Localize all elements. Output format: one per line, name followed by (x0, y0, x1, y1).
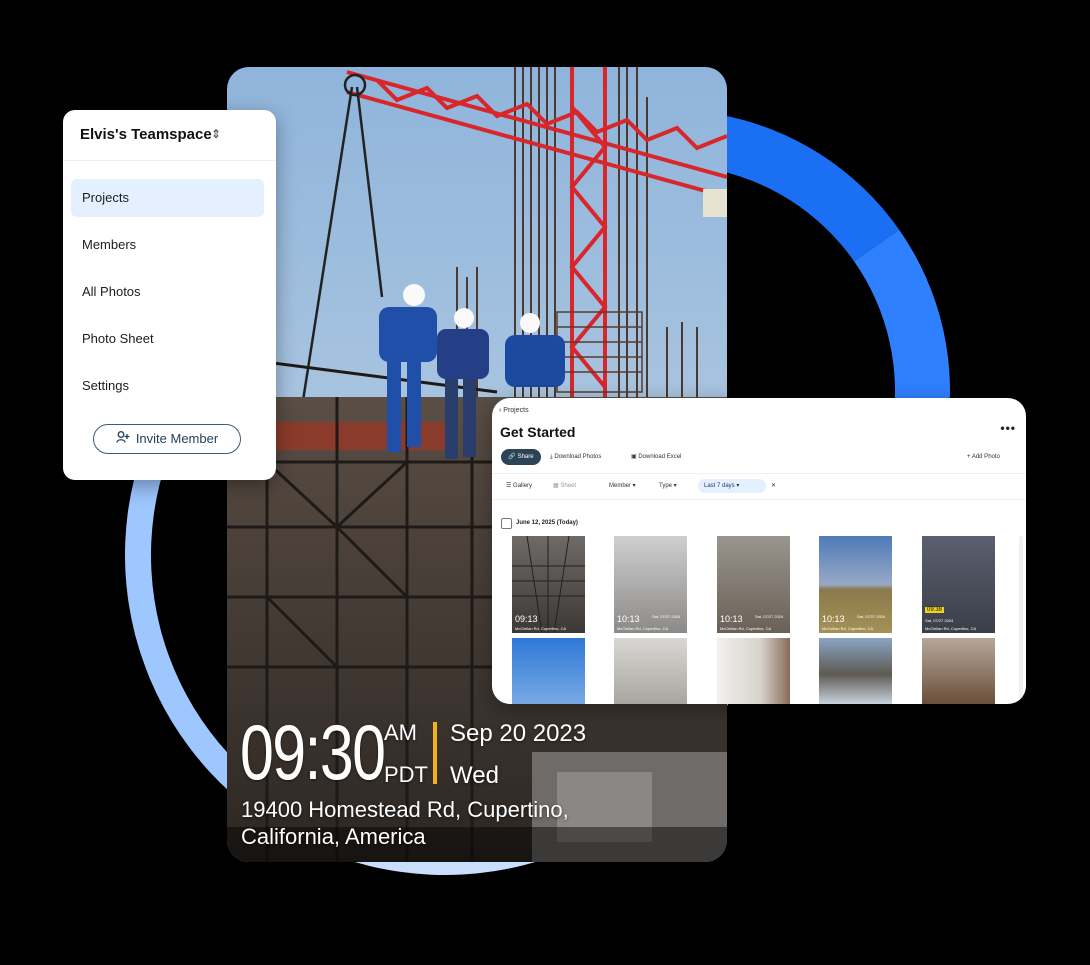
breadcrumb[interactable]: ‹ Projects (499, 407, 529, 414)
sidebar-item-photo-sheet[interactable]: Photo Sheet (71, 320, 264, 358)
thumb-date: Sat, 07/27 2024 (857, 614, 886, 619)
thumb-time: 09:13 (515, 614, 538, 624)
photo-thumbnail[interactable] (717, 638, 790, 704)
thumb-time: 10:13 (617, 614, 640, 624)
scrollbar[interactable] (1019, 536, 1023, 701)
photo-thumbnail[interactable] (922, 638, 995, 704)
thumb-address: McClellan Rd, Cupertino, CA (515, 626, 567, 631)
download-photos-button[interactable]: ⤓ Download Photos (550, 449, 601, 465)
thumb-address: McClellan Rd, Cupertino, CA (925, 626, 977, 631)
invite-member-button[interactable]: Invite Member (93, 424, 241, 454)
photo-thumbnail[interactable] (512, 638, 585, 704)
photo-thumbnail[interactable]: 09:13 McClellan Rd, Cupertino, CA (512, 536, 585, 633)
thumb-date: Sat, 07/27 2024 (925, 618, 954, 623)
list-icon: ☰ (506, 483, 514, 489)
sidebar-item-members[interactable]: Members (71, 226, 264, 264)
sidebar-divider (63, 160, 276, 161)
teamspace-sidebar: Elvis's Teamspace ⇕ Projects Members All… (63, 110, 276, 480)
project-panel: ‹ Projects Get Started ••• 🔗 Share ⤓ Dow… (492, 398, 1026, 704)
select-all-checkbox[interactable] (501, 518, 512, 529)
link-icon: 🔗 (508, 454, 518, 460)
chevron-up-down-icon[interactable]: ⇕ (211, 127, 221, 141)
photo-thumbnail[interactable]: 09:38 Sat, 07/27 2024 McClellan Rd, Cupe… (922, 536, 995, 633)
gallery-label: Gallery (513, 483, 533, 489)
more-options-icon[interactable]: ••• (1000, 421, 1016, 435)
date-filter-chip[interactable]: Last 7 days ▾ ✕ (698, 479, 776, 493)
invite-member-label: Invite Member (135, 431, 219, 446)
photo-thumbnail[interactable]: 10:13 Sat, 07/27 2024 McClellan Rd, Cupe… (717, 536, 790, 633)
timestamp-address: 19400 Homestead Rd, Cupertino, Californi… (241, 796, 571, 850)
date-group-label: June 12, 2025 (Today) (516, 520, 578, 526)
timestamp-time: 09:30 (240, 708, 386, 796)
view-gallery-tab[interactable]: ☰ Gallery (506, 478, 532, 494)
timestamp-ampm: AM (384, 720, 417, 745)
download-excel-label: Download Excel (638, 454, 682, 460)
view-sheet-tab[interactable]: ▦ Sheet (553, 478, 576, 494)
thumb-time: 10:13 (822, 614, 845, 624)
clear-filter-icon[interactable]: ✕ (771, 479, 776, 493)
download-excel-button[interactable]: ▣ Download Excel (631, 449, 681, 465)
add-photo-label: Add Photo (971, 454, 1000, 460)
workspace-name[interactable]: Elvis's Teamspace (80, 126, 212, 143)
timestamp-timezone: PDT (384, 762, 428, 787)
thumb-address: McClellan Rd, Cupertino, CA (822, 626, 874, 631)
filter-divider (492, 499, 1026, 500)
thumb-address: McClellan Rd, Cupertino, CA (720, 626, 772, 631)
sidebar-item-settings[interactable]: Settings (71, 367, 264, 405)
add-photo-button[interactable]: + Add Photo (967, 449, 1000, 465)
share-button[interactable]: 🔗 Share (501, 449, 541, 465)
page-title: Get Started (500, 424, 576, 440)
caret-down-icon: ▾ (672, 483, 677, 489)
date-chip-label: Last 7 days (704, 483, 735, 489)
timestamp-date: Sep 20 2023 (450, 720, 587, 747)
sheet-label: Sheet (560, 483, 577, 489)
breadcrumb-projects: Projects (503, 407, 529, 414)
sidebar-item-all-photos[interactable]: All Photos (71, 273, 264, 311)
type-filter[interactable]: Type ▾ (659, 478, 677, 494)
timestamp-weekday: Wed (450, 762, 499, 789)
address-line-2: California, America (241, 824, 426, 849)
thumb-date: Sat, 07/27 2024 (652, 614, 681, 619)
photo-thumbnail[interactable] (614, 638, 687, 704)
sidebar-item-projects[interactable]: Projects (71, 179, 264, 217)
timestamp-divider (433, 722, 437, 784)
thumb-time: 10:13 (720, 614, 743, 624)
member-filter-label: Member (609, 483, 632, 489)
member-filter[interactable]: Member ▾ (609, 478, 636, 494)
add-user-icon (115, 425, 130, 452)
toolbar-divider (492, 473, 1026, 474)
caret-down-icon: ▾ (631, 483, 636, 489)
thumb-address: McClellan Rd, Cupertino, CA (617, 626, 669, 631)
photo-thumbnail[interactable]: 10:13 Sat, 07/27 2024 McClellan Rd, Cupe… (614, 536, 687, 633)
thumb-date: Sat, 07/27 2024 (755, 614, 784, 619)
photo-thumbnail[interactable] (819, 638, 892, 704)
thumb-time: 09:38 (925, 607, 945, 613)
download-photos-label: Download Photos (554, 454, 602, 460)
type-filter-label: Type (659, 483, 673, 489)
photo-thumbnail[interactable]: 10:13 Sat, 07/27 2024 McClellan Rd, Cupe… (819, 536, 892, 633)
caret-down-icon: ▾ (734, 483, 740, 489)
share-label: Share (517, 454, 534, 460)
address-line-1: 19400 Homestead Rd, Cupertino, (241, 797, 569, 822)
